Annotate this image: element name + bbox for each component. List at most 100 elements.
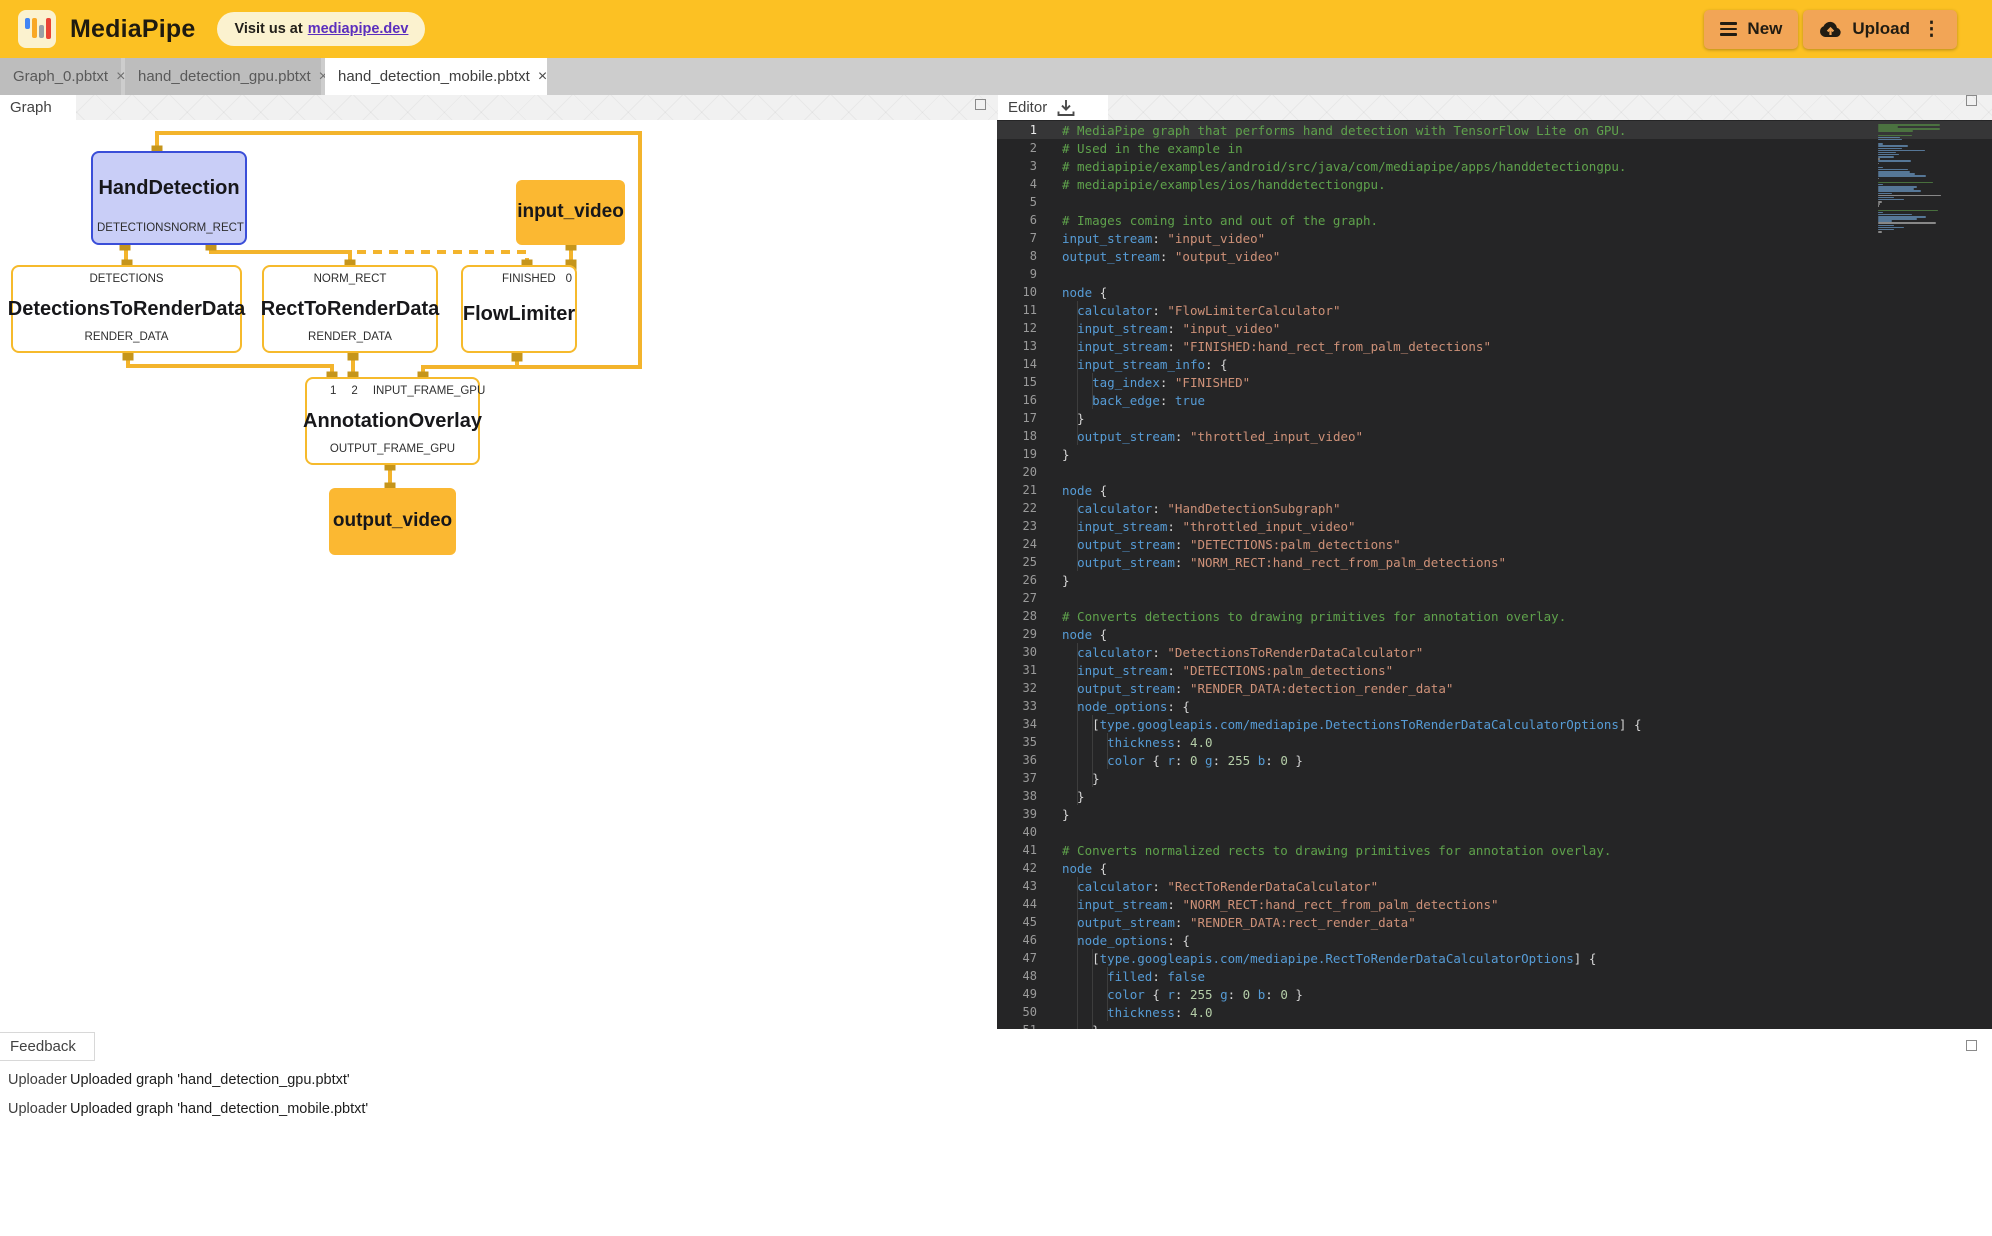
code-line[interactable]: 2# Used in the example in [997, 139, 1992, 157]
code-line[interactable]: 49 color { r: 255 g: 0 b: 0 } [997, 985, 1992, 1003]
upload-more-options-icon[interactable]: ⋮ [1922, 20, 1941, 39]
mediapipe-logo-icon [18, 10, 56, 48]
code-line[interactable]: 30 calculator: "DetectionsToRenderDataCa… [997, 643, 1992, 661]
code-line[interactable]: 3# mediapipie/examples/android/src/java/… [997, 157, 1992, 175]
code-line[interactable]: 48 filled: false [997, 967, 1992, 985]
code-line[interactable]: 12 input_stream: "input_video" [997, 319, 1992, 337]
tab-graph-0[interactable]: Graph_0.pbtxt × [0, 58, 121, 95]
code-line[interactable]: 28# Converts detections to drawing primi… [997, 607, 1992, 625]
graph-panel-tab[interactable]: Graph [0, 95, 76, 120]
code-line[interactable]: 34 [type.googleapis.com/mediapipe.Detect… [997, 715, 1992, 733]
port-label: 1 [330, 386, 336, 398]
close-tab-icon[interactable]: × [538, 68, 547, 86]
graph-node-detections-to-render-data[interactable]: DETECTIONS DetectionsToRenderData RENDER… [11, 265, 242, 353]
node-title: AnnotationOverlay [307, 398, 478, 444]
code-line[interactable]: 16 back_edge: true [997, 391, 1992, 409]
line-number: 30 [997, 645, 1041, 659]
code-line[interactable]: 5 [997, 193, 1992, 211]
port-label: RENDER_DATA [85, 332, 169, 344]
graph-canvas[interactable]: HandDetection DETECTIONS NORM_RECT input… [0, 120, 997, 1029]
graph-node-annotation-overlay[interactable]: 1 2 INPUT_FRAME_GPU AnnotationOverlay OU… [305, 377, 480, 465]
feedback-row: Uploader Uploaded graph 'hand_detection_… [0, 1067, 350, 1093]
feedback-source: Uploader [0, 1072, 62, 1088]
line-number: 15 [997, 375, 1041, 389]
code-line[interactable]: 46 node_options: { [997, 931, 1992, 949]
code-line[interactable]: 43 calculator: "RectToRenderDataCalculat… [997, 877, 1992, 895]
code-line[interactable]: 41# Converts normalized rects to drawing… [997, 841, 1992, 859]
code-line[interactable]: 42node { [997, 859, 1992, 877]
feedback-panel-tab[interactable]: Feedback [0, 1032, 95, 1061]
code-line[interactable]: 17 } [997, 409, 1992, 427]
code-line[interactable]: 13 input_stream: "FINISHED:hand_rect_fro… [997, 337, 1992, 355]
code-line[interactable]: 27 [997, 589, 1992, 607]
graph-node-output-video[interactable]: output_video [329, 488, 456, 555]
code-line[interactable]: 14 input_stream_info: { [997, 355, 1992, 373]
line-number: 21 [997, 483, 1041, 497]
code-line[interactable]: 21node { [997, 481, 1992, 499]
graph-node-input-video[interactable]: input_video [516, 180, 625, 245]
code-line[interactable]: 9 [997, 265, 1992, 283]
code-line[interactable]: 19} [997, 445, 1992, 463]
line-number: 7 [997, 231, 1041, 245]
code-line[interactable]: 40 [997, 823, 1992, 841]
code-line[interactable]: 6# Images coming into and out of the gra… [997, 211, 1992, 229]
editor-minimap[interactable] [1878, 124, 1970, 233]
line-number: 42 [997, 861, 1041, 875]
code-line[interactable]: 4# mediapipie/examples/ios/handdetection… [997, 175, 1992, 193]
code-line[interactable]: 45 output_stream: "RENDER_DATA:rect_rend… [997, 913, 1992, 931]
code-line[interactable]: 36 color { r: 0 g: 255 b: 0 } [997, 751, 1992, 769]
editor-panel-tab[interactable]: Editor [998, 95, 1108, 120]
code-line[interactable]: 11 calculator: "FlowLimiterCalculator" [997, 301, 1992, 319]
code-line[interactable]: 7input_stream: "input_video" [997, 229, 1992, 247]
tab-hand-detection-gpu[interactable]: hand_detection_gpu.pbtxt × [125, 58, 321, 95]
code-line[interactable]: 39} [997, 805, 1992, 823]
node-title: FlowLimiter [463, 286, 575, 344]
menu-lines-icon [1720, 22, 1737, 36]
app-title: MediaPipe [70, 15, 195, 44]
edge-back-edge-dashed [357, 252, 527, 265]
code-line[interactable]: 10node { [997, 283, 1992, 301]
upload-button[interactable]: Upload ⋮ [1803, 10, 1957, 49]
code-line[interactable]: 25 output_stream: "NORM_RECT:hand_rect_f… [997, 553, 1992, 571]
graph-panel-expand-icon[interactable] [975, 99, 986, 110]
code-line[interactable]: 1# MediaPipe graph that performs hand de… [997, 121, 1992, 139]
mediapipe-dev-link[interactable]: mediapipe.dev [308, 21, 409, 37]
code-line[interactable]: 23 input_stream: "throttled_input_video" [997, 517, 1992, 535]
graph-node-rect-to-render-data[interactable]: NORM_RECT RectToRenderData RENDER_DATA [262, 265, 438, 353]
code-line[interactable]: 18 output_stream: "throttled_input_video… [997, 427, 1992, 445]
download-icon[interactable] [1056, 99, 1076, 117]
line-number: 47 [997, 951, 1041, 965]
code-line[interactable]: 33 node_options: { [997, 697, 1992, 715]
graph-node-flow-limiter[interactable]: FINISHED 0 FlowLimiter [461, 265, 577, 353]
code-editor[interactable]: 1# MediaPipe graph that performs hand de… [997, 120, 1992, 1029]
code-line[interactable]: 51 } [997, 1021, 1992, 1029]
new-button[interactable]: New [1704, 10, 1798, 49]
code-line[interactable]: 32 output_stream: "RENDER_DATA:detection… [997, 679, 1992, 697]
upload-button-label: Upload [1852, 19, 1910, 39]
code-line[interactable]: 8output_stream: "output_video" [997, 247, 1992, 265]
code-line[interactable]: 26} [997, 571, 1992, 589]
close-tab-icon[interactable]: × [116, 68, 125, 86]
line-number: 33 [997, 699, 1041, 713]
code-line[interactable]: 44 input_stream: "NORM_RECT:hand_rect_fr… [997, 895, 1992, 913]
feedback-message: Uploaded graph 'hand_detection_gpu.pbtxt… [62, 1072, 350, 1088]
line-number: 43 [997, 879, 1041, 893]
code-line[interactable]: 22 calculator: "HandDetectionSubgraph" [997, 499, 1992, 517]
tab-hand-detection-mobile[interactable]: hand_detection_mobile.pbtxt × [325, 58, 547, 95]
graph-node-hand-detection[interactable]: HandDetection DETECTIONS NORM_RECT [91, 151, 247, 245]
code-line[interactable]: 38 } [997, 787, 1992, 805]
code-line[interactable]: 37 } [997, 769, 1992, 787]
code-line[interactable]: 35 thickness: 4.0 [997, 733, 1992, 751]
code-line[interactable]: 31 input_stream: "DETECTIONS:palm_detect… [997, 661, 1992, 679]
code-line[interactable]: 29node { [997, 625, 1992, 643]
code-line[interactable]: 24 output_stream: "DETECTIONS:palm_detec… [997, 535, 1992, 553]
code-line[interactable]: 20 [997, 463, 1992, 481]
node-title: HandDetection [93, 177, 245, 199]
code-line[interactable]: 47 [type.googleapis.com/mediapipe.RectTo… [997, 949, 1992, 967]
editor-panel-tab-label: Editor [1008, 99, 1047, 116]
code-line[interactable]: 50 thickness: 4.0 [997, 1003, 1992, 1021]
editor-panel-expand-icon[interactable] [1966, 95, 1977, 106]
code-line[interactable]: 15 tag_index: "FINISHED" [997, 373, 1992, 391]
line-number: 45 [997, 915, 1041, 929]
feedback-panel-expand-icon[interactable] [1966, 1040, 1977, 1051]
